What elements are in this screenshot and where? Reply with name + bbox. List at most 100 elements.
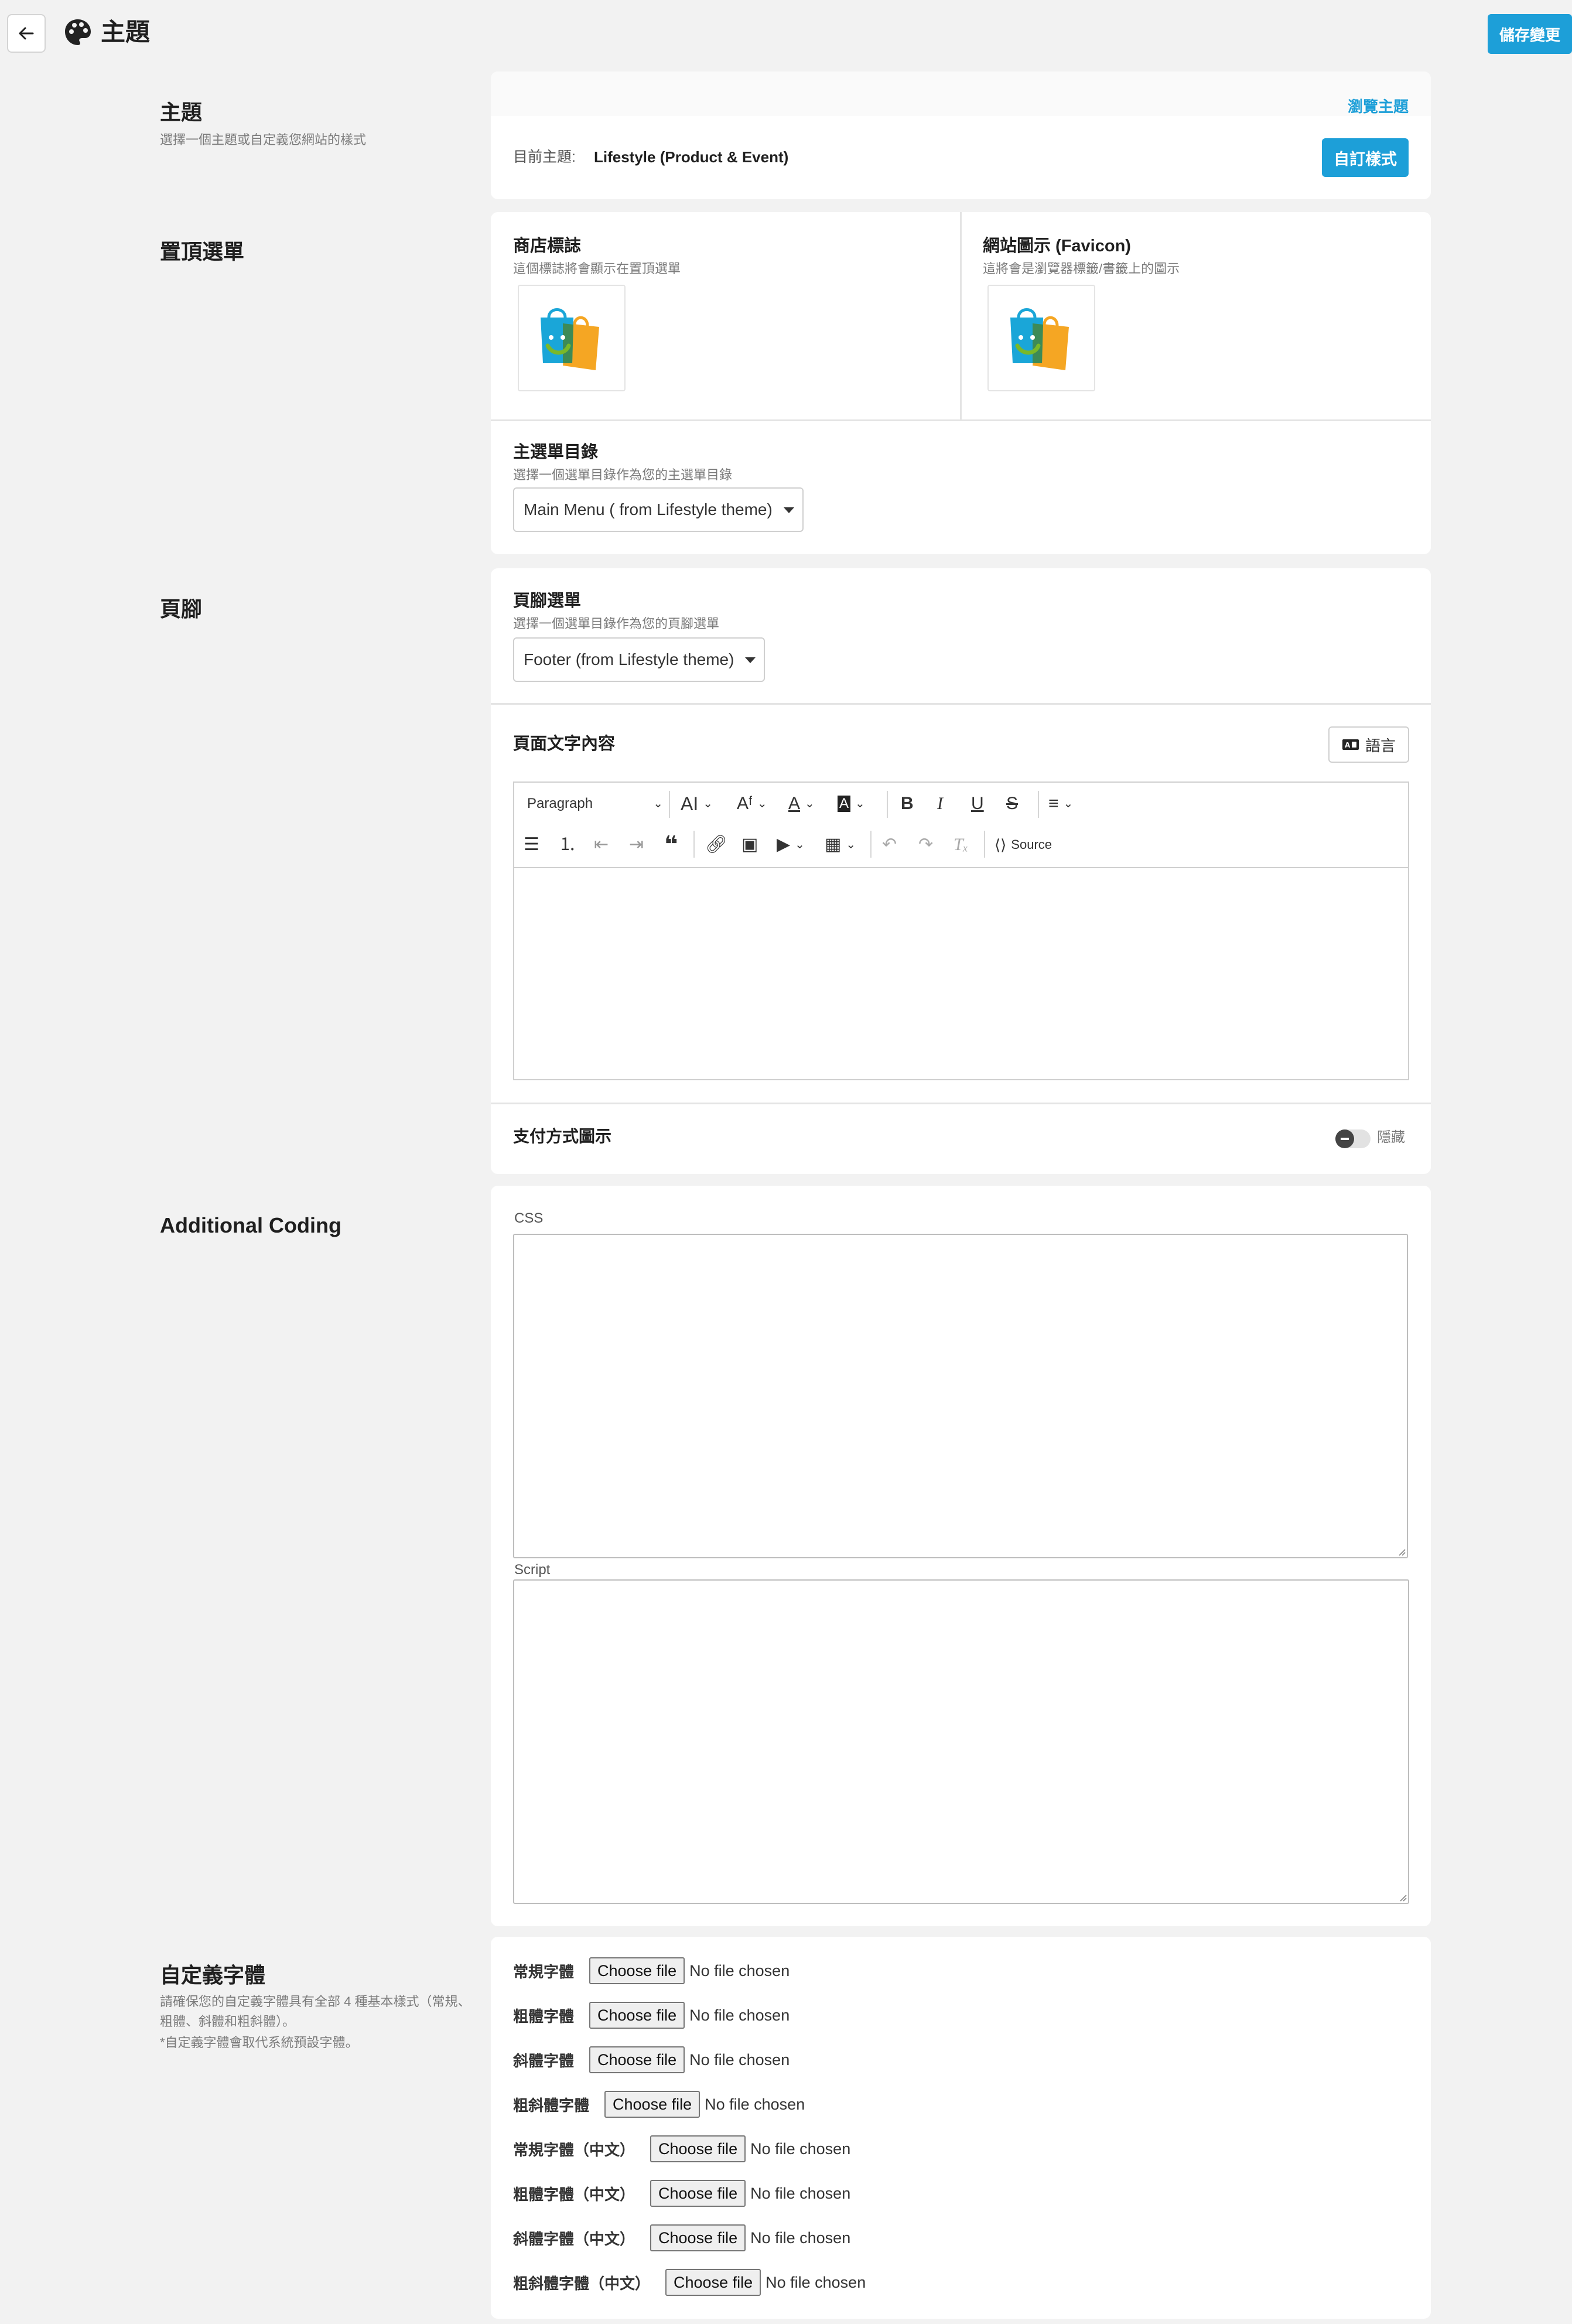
indent-button[interactable]: ⇥: [629, 833, 644, 856]
paragraph-label: Paragraph: [527, 796, 593, 811]
outdent-icon: ⇤: [594, 835, 609, 854]
background-color-button[interactable]: A ⌄: [838, 792, 865, 815]
bulleted-list-button[interactable]: ☰: [524, 833, 539, 856]
payment-toggle-label: 隱藏: [1377, 1129, 1405, 1145]
indent-icon: ⇥: [629, 835, 644, 854]
save-changes-button[interactable]: 儲存變更: [1488, 14, 1572, 54]
editor-content-area[interactable]: [514, 868, 1408, 1079]
browse-themes-link[interactable]: 瀏覽主題: [1348, 95, 1409, 117]
rich-text-editor: Paragraph ⌄ AI ⌄ Aᶠ ⌄ A ⌄ A ⌄ B I U S ≡ ⌄: [513, 782, 1409, 1080]
remove-format-icon: Tₓ: [954, 835, 969, 854]
font-upload-row: 粗斜體字體 Choose file No file chosen: [513, 2090, 805, 2118]
section-desc-theme: 選擇一個主題或自定義您網站的樣式: [160, 132, 367, 147]
source-button[interactable]: ⟨⟩ Source: [995, 833, 1052, 856]
chevron-down-icon: ⌄: [1063, 797, 1074, 810]
blockquote-button[interactable]: ❝: [664, 833, 678, 856]
shopping-bags-logo-icon: [541, 308, 599, 370]
script-textarea[interactable]: [513, 1579, 1409, 1904]
font-size-button[interactable]: AI ⌄: [681, 792, 713, 815]
undo-button[interactable]: ↶: [882, 833, 897, 856]
align-button[interactable]: ≡ ⌄: [1048, 792, 1073, 815]
link-icon: 🔗︎: [705, 835, 728, 854]
align-left-icon: ≡: [1048, 794, 1059, 813]
table-icon: ▦: [825, 835, 842, 854]
caret-down-icon: [784, 507, 794, 513]
font-row-label: 粗體字體（中文）: [513, 2185, 635, 2203]
font-row-label: 斜體字體（中文）: [513, 2230, 635, 2248]
chevron-down-icon: ⌄: [805, 797, 815, 810]
redo-button[interactable]: ↷: [918, 833, 933, 856]
source-label: Source: [1011, 837, 1052, 852]
remove-format-button[interactable]: Tₓ: [954, 833, 968, 856]
numbered-list-icon: ⒈: [559, 835, 576, 854]
strikethrough-icon: S: [1006, 794, 1019, 813]
favicon-upload[interactable]: [987, 285, 1095, 391]
redo-icon: ↷: [918, 835, 934, 854]
main-menu-select[interactable]: Main Menu ( from Lifestyle theme): [513, 487, 804, 532]
font-family-icon: Aᶠ: [737, 794, 753, 813]
back-button[interactable]: [7, 14, 46, 53]
italic-icon: I: [937, 794, 943, 813]
link-button[interactable]: 🔗︎: [705, 833, 727, 856]
choose-file-button[interactable]: Choose file: [589, 2046, 685, 2073]
font-family-button[interactable]: Aᶠ ⌄: [737, 792, 767, 815]
section-title-topmenu: 置頂選單: [160, 240, 245, 264]
resize-grip-icon: [1400, 1895, 1407, 1902]
chevron-down-icon: ⌄: [703, 797, 713, 810]
media-button[interactable]: ▶︎ ⌄: [777, 833, 805, 856]
topmenu-card: 商店標誌 這個標誌將會顯示在置頂選單 網站圖示 (Favicon) 這將會是瀏覽…: [491, 212, 1431, 554]
language-button[interactable]: A 語言: [1328, 726, 1409, 763]
fonts-card: 常規字體 Choose file No file chosen 粗體字體 Cho…: [491, 1937, 1431, 2319]
favicon-title: 網站圖示 (Favicon): [983, 237, 1131, 255]
choose-file-button[interactable]: Choose file: [650, 2135, 746, 2162]
choose-file-button[interactable]: Choose file: [650, 2224, 746, 2251]
shopping-bags-logo-icon: [1010, 308, 1069, 370]
page-text-title: 頁面文字內容: [513, 735, 616, 753]
underline-button[interactable]: U: [971, 792, 984, 815]
no-file-text: No file chosen: [750, 2229, 851, 2247]
font-upload-row: 粗斜體字體（中文） Choose file No file chosen: [513, 2268, 866, 2296]
outdent-button[interactable]: ⇤: [594, 833, 609, 856]
choose-file-button[interactable]: Choose file: [589, 2002, 685, 2029]
chevron-down-icon: ⌄: [855, 797, 865, 810]
undo-icon: ↶: [882, 835, 897, 854]
media-icon: ▶︎: [777, 835, 791, 854]
toolbar-separator: [693, 831, 695, 858]
theme-card: 瀏覽主題 目前主題: Lifestyle (Product & Event) 自…: [491, 71, 1431, 199]
choose-file-button[interactable]: Choose file: [650, 2180, 746, 2207]
image-button[interactable]: ▣: [741, 833, 758, 856]
divider: [491, 419, 1431, 421]
italic-button[interactable]: I: [937, 792, 943, 815]
font-size-icon: AI: [681, 793, 699, 814]
font-upload-row: 斜體字體（中文） Choose file No file chosen: [513, 2224, 850, 2252]
choose-file-button[interactable]: Choose file: [589, 1957, 685, 1984]
divider: [491, 1103, 1431, 1104]
css-textarea[interactable]: [513, 1234, 1408, 1558]
footer-menu-select[interactable]: Footer (from Lifestyle theme): [513, 637, 765, 682]
payment-icons-title: 支付方式圖示: [513, 1127, 612, 1145]
choose-file-button[interactable]: Choose file: [604, 2091, 700, 2118]
script-label: Script: [514, 1562, 551, 1578]
no-file-text: No file chosen: [750, 2184, 851, 2202]
font-color-icon: A: [788, 794, 801, 813]
no-file-text: No file chosen: [766, 2273, 866, 2291]
bulleted-list-icon: ☰: [524, 835, 539, 854]
table-button[interactable]: ▦ ⌄: [825, 833, 856, 856]
customize-style-button[interactable]: 自訂樣式: [1322, 138, 1409, 177]
numbered-list-button[interactable]: ⒈: [559, 833, 576, 856]
strikethrough-button[interactable]: S: [1006, 792, 1018, 815]
payment-icons-toggle[interactable]: [1335, 1129, 1371, 1148]
toolbar-separator: [870, 831, 872, 858]
page-title: 主題: [101, 18, 151, 46]
font-color-button[interactable]: A ⌄: [788, 792, 815, 815]
theme-card-header: [491, 71, 1431, 116]
source-code-icon: ⟨⟩: [995, 836, 1007, 854]
font-upload-row: 常規字體（中文） Choose file No file chosen: [513, 2135, 850, 2163]
choose-file-button[interactable]: Choose file: [665, 2269, 761, 2296]
bold-button[interactable]: B: [901, 792, 914, 815]
resize-grip-icon: [1399, 1549, 1406, 1556]
paragraph-select[interactable]: Paragraph ⌄: [527, 792, 663, 815]
store-logo-upload[interactable]: [518, 285, 626, 391]
font-row-label: 斜體字體: [513, 2052, 575, 2070]
section-title-theme: 主題: [160, 100, 203, 124]
